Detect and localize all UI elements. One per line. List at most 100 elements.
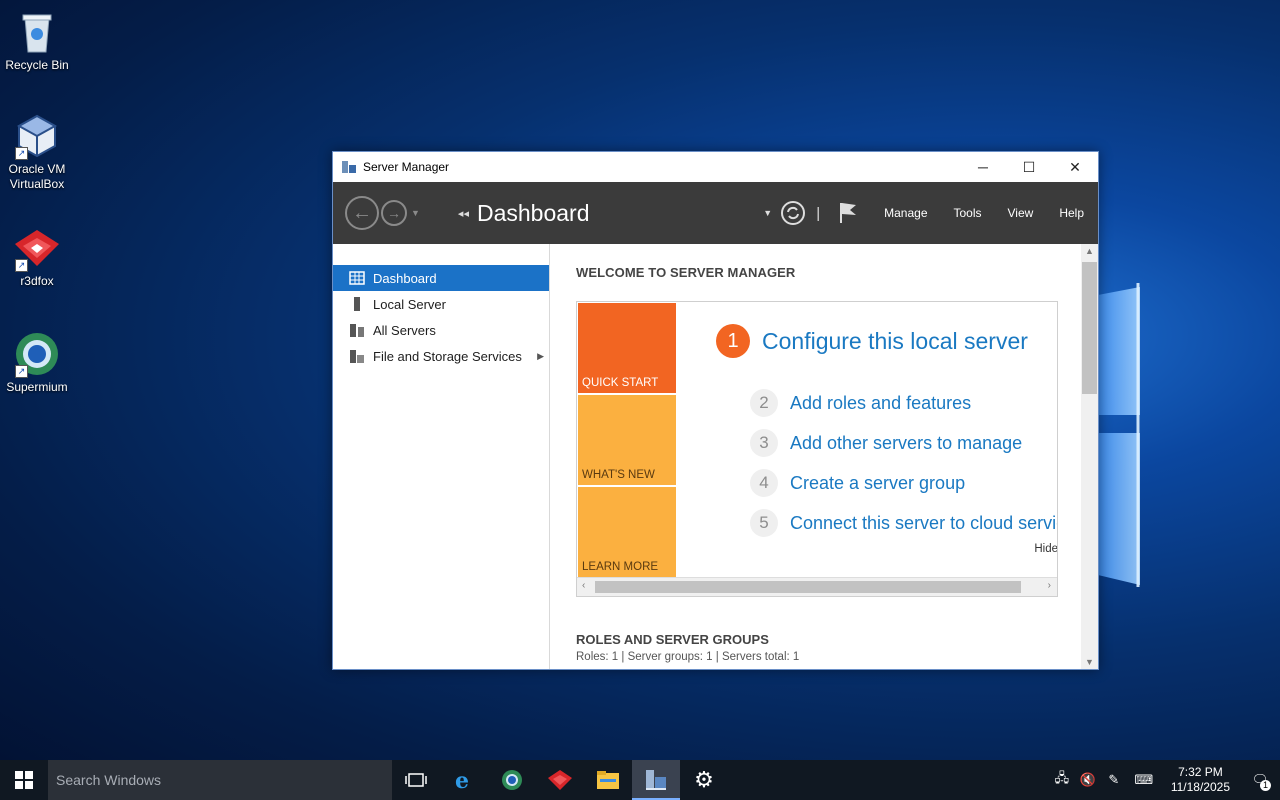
notifications-flag-button[interactable] [838,201,858,225]
desktop-icon-label: Supermium [6,380,68,394]
content-area: Dashboard Local Server All Servers File … [333,244,1098,669]
scroll-left-icon[interactable]: ‹ [582,580,585,591]
internet-explorer-icon: e [455,768,469,792]
taskbar-task-view[interactable] [392,760,440,800]
arrow-right-icon: → [387,205,401,221]
step-link[interactable]: Configure this local server [762,328,1028,355]
minimize-button[interactable]: ─ [960,152,1006,182]
supermium-icon: ↗ [13,330,61,378]
scroll-up-icon[interactable]: ▲ [1085,246,1094,256]
taskbar-r3dfox[interactable] [536,760,584,800]
sidebar-item-all-servers[interactable]: All Servers [333,317,549,343]
shortcut-arrow-icon: ↗ [15,147,28,160]
hide-link[interactable]: Hide [1034,543,1057,555]
step-link[interactable]: Add other servers to manage [790,433,1022,454]
taskbar-settings[interactable]: ⚙ [680,760,728,800]
toolbar-separator: | [816,204,821,222]
sidebar-item-label: All Servers [373,322,436,338]
start-button[interactable] [0,760,48,800]
sidebar-item-label: Dashboard [373,270,437,286]
welcome-title: WELCOME TO SERVER MANAGER [576,265,796,280]
history-dropdown-icon[interactable]: ▼ [411,208,420,218]
tile-label: QUICK START [582,377,659,389]
volume-muted-icon[interactable]: 🔇 [1075,772,1101,788]
network-icon[interactable]: 🖧 [1049,769,1075,791]
taskbar-server-manager[interactable] [632,760,680,800]
desktop-icon-virtualbox[interactable]: ↗ Oracle VM VirtualBox [0,112,74,192]
desktop-icon-recycle-bin[interactable]: Recycle Bin [0,8,74,73]
sidebar-item-local-server[interactable]: Local Server [333,291,549,317]
desktop-icon-label: r3dfox [20,274,54,288]
step-create-group[interactable]: 4 Create a server group [750,469,965,497]
horizontal-scrollbar[interactable]: ‹ › [577,577,1057,596]
roles-summary: Roles: 1 | Server groups: 1 | Servers to… [576,651,800,663]
desktop-icon-label: Recycle Bin [5,58,69,72]
scroll-right-icon[interactable]: › [1048,580,1051,591]
taskbar-internet-explorer[interactable]: e [440,760,488,800]
arrow-left-icon: ← [352,201,372,224]
desktop-icon-r3dfox[interactable]: ↗ r3dfox [0,224,74,289]
step-connect-cloud[interactable]: 5 Connect this server to cloud servic [750,509,1057,537]
close-button[interactable]: ✕ [1052,152,1098,182]
r3dfox-icon: ↗ [13,224,61,272]
sidebar-item-label: Local Server [373,296,446,312]
step-number: 4 [750,469,778,497]
settings-icon: ⚙ [694,767,714,792]
tile-quick-start[interactable]: QUICK START [578,303,676,393]
back-button[interactable]: ← [345,196,379,230]
desktop-icon-label: Oracle VM [8,162,66,176]
pen-icon[interactable]: ✎ [1101,772,1127,788]
action-center-button[interactable]: 🗨 1 [1240,772,1280,791]
desktop-icon-supermium[interactable]: ↗ Supermium [0,330,74,395]
all-servers-icon [350,324,364,337]
menu-view[interactable]: View [1008,206,1034,220]
refresh-button[interactable] [780,200,806,226]
dashboard-icon [349,271,365,285]
welcome-panel: QUICK START WHAT'S NEW LEARN MORE 1 Conf… [576,301,1058,597]
r3dfox-icon [548,770,572,790]
menu-help[interactable]: Help [1059,206,1084,220]
tile-label: LEARN MORE [582,561,659,573]
flag-icon [840,203,857,223]
step-configure-local-server[interactable]: 1 Configure this local server [716,324,1028,358]
menu-tools[interactable]: Tools [954,206,982,220]
scrollbar-thumb[interactable] [595,581,1021,593]
step-number: 3 [750,429,778,457]
step-link[interactable]: Connect this server to cloud servic [790,513,1057,534]
sidebar-item-dashboard[interactable]: Dashboard [333,265,549,291]
clock[interactable]: 7:32 PM 11/18/2025 [1171,765,1230,795]
svg-text:e: e [455,768,469,792]
step-add-servers[interactable]: 3 Add other servers to manage [750,429,1022,457]
notification-count-badge: 1 [1260,780,1271,791]
taskbar-supermium[interactable] [488,760,536,800]
forward-button[interactable]: → [381,200,407,226]
refresh-icon [781,201,806,225]
system-tray: 🖧 🔇 ✎ ⌨ 7:32 PM 11/18/2025 🗨 1 [1049,760,1280,800]
task-view-icon [405,773,427,787]
sidebar-item-file-storage[interactable]: File and Storage Services ▶ [333,343,549,369]
chevron-right-icon[interactable]: ▶ [537,351,544,362]
windows-logo-wallpaper [1098,283,1140,587]
keyboard-icon[interactable]: ⌨ [1127,772,1161,788]
toolbar: ← → ▼ ◂◂ Dashboard ▼ | Manage Tools View… [333,182,1098,244]
scroll-down-icon[interactable]: ▼ [1085,657,1094,667]
shortcut-arrow-icon: ↗ [15,365,28,378]
scrollbar-thumb[interactable] [1082,262,1097,394]
taskbar-file-explorer[interactable] [584,760,632,800]
shortcut-arrow-icon: ↗ [15,259,28,272]
desktop-icon-label: VirtualBox [9,177,65,191]
search-box[interactable]: Search Windows [48,760,392,800]
server-manager-icon [646,770,666,790]
step-link[interactable]: Add roles and features [790,393,971,414]
maximize-button[interactable]: ☐ [1006,152,1052,182]
step-link[interactable]: Create a server group [790,473,965,494]
step-number: 5 [750,509,778,537]
menu-manage[interactable]: Manage [884,206,927,220]
step-add-roles[interactable]: 2 Add roles and features [750,389,971,417]
vertical-scrollbar[interactable]: ▲ ▼ [1081,244,1098,669]
tile-learn-more[interactable]: LEARN MORE [578,487,676,577]
toolbar-menu: ▼ | Manage Tools View Help [763,182,1084,244]
breadcrumb-dropdown-icon[interactable]: ▼ [763,208,772,218]
tile-whats-new[interactable]: WHAT'S NEW [578,395,676,485]
title-bar[interactable]: Server Manager ─ ☐ ✕ [333,152,1098,182]
